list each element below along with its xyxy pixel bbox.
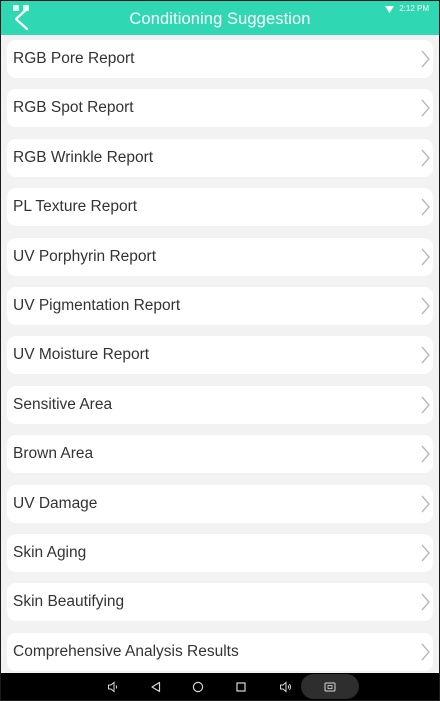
list-item-comprehensive-analysis-results[interactable]: Comprehensive Analysis Results bbox=[7, 632, 433, 671]
list-item-skin-aging[interactable]: Skin Aging bbox=[7, 534, 433, 572]
list-item-label: RGB Pore Report bbox=[13, 50, 135, 67]
list-item-rgb-spot-report[interactable]: RGB Spot Report bbox=[7, 89, 433, 128]
list-item-label: PL Texture Report bbox=[13, 198, 138, 216]
list-item-sensitive-area[interactable]: Sensitive Area bbox=[7, 385, 433, 424]
recents-square-icon bbox=[236, 681, 246, 692]
list-item-label: UV Pigmentation Report bbox=[13, 297, 181, 314]
list-item-label: Skin Aging bbox=[13, 544, 87, 561]
volume-down-button[interactable] bbox=[104, 673, 122, 700]
list-item-uv-moisture-report[interactable]: UV Moisture Report bbox=[7, 336, 433, 375]
home-circle-icon bbox=[192, 681, 204, 692]
screenshot-icon bbox=[324, 682, 336, 691]
chevron-right-icon bbox=[421, 495, 430, 513]
list-item-label: RGB Spot Report bbox=[13, 99, 134, 117]
list-item-skin-beautifying[interactable]: Skin Beautifying bbox=[7, 583, 433, 622]
list-item-uv-damage[interactable]: UV Damage bbox=[7, 484, 433, 523]
list-item-label: UV Damage bbox=[13, 494, 98, 512]
nav-home-button[interactable] bbox=[189, 673, 207, 700]
list-item-label: UV Porphyrin Report bbox=[13, 247, 157, 265]
volume-up-icon bbox=[279, 680, 291, 693]
status-time: 2:12 PM bbox=[399, 4, 429, 13]
list-item-label: RGB Wrinkle Report bbox=[13, 148, 154, 166]
chevron-right-icon bbox=[421, 346, 430, 364]
list-item-pl-texture-report[interactable]: PL Texture Report bbox=[7, 188, 433, 227]
page-title: Conditioning Suggestion bbox=[129, 10, 311, 28]
screenshot-button[interactable] bbox=[301, 674, 359, 699]
chevron-right-icon bbox=[421, 99, 430, 117]
list-item-brown-area[interactable]: Brown Area bbox=[7, 435, 433, 474]
back-triangle-icon bbox=[151, 681, 161, 692]
volume-down-icon bbox=[108, 680, 118, 693]
chevron-right-icon bbox=[421, 643, 430, 661]
list-item-label: Skin Beautifying bbox=[13, 593, 125, 611]
nav-back-button[interactable] bbox=[147, 673, 165, 700]
chevron-right-icon bbox=[421, 149, 430, 167]
list-item-label: Comprehensive Analysis Results bbox=[13, 642, 239, 660]
list-item-uv-pigmentation-report[interactable]: UV Pigmentation Report bbox=[7, 287, 433, 325]
chevron-right-icon bbox=[421, 248, 430, 266]
app-header: Conditioning Suggestion 2:12 PM bbox=[1, 1, 439, 35]
list-item-rgb-pore-report[interactable]: RGB Pore Report bbox=[7, 40, 433, 78]
chevron-right-icon bbox=[421, 198, 430, 216]
list-item-rgb-wrinkle-report[interactable]: RGB Wrinkle Report bbox=[7, 138, 433, 177]
chevron-right-icon bbox=[421, 593, 430, 611]
system-nav-bar bbox=[1, 673, 439, 700]
nav-recents-button[interactable] bbox=[232, 673, 250, 700]
list-item-label: Sensitive Area bbox=[13, 395, 113, 413]
chevron-right-icon bbox=[421, 50, 430, 68]
list-item-uv-porphyrin-report[interactable]: UV Porphyrin Report bbox=[7, 237, 433, 276]
chevron-right-icon bbox=[421, 297, 430, 315]
chevron-right-icon bbox=[421, 445, 430, 463]
app-frame: Conditioning Suggestion 2:12 PM RGB Pore… bbox=[0, 0, 440, 701]
status-bar-right: 2:12 PM bbox=[385, 5, 429, 13]
chevron-right-icon bbox=[421, 396, 430, 414]
list-item-label: UV Moisture Report bbox=[13, 346, 150, 364]
chevron-right-icon bbox=[421, 544, 430, 562]
wifi-icon bbox=[385, 5, 395, 13]
volume-up-button[interactable] bbox=[276, 673, 294, 700]
list-item-label: Brown Area bbox=[13, 445, 94, 463]
